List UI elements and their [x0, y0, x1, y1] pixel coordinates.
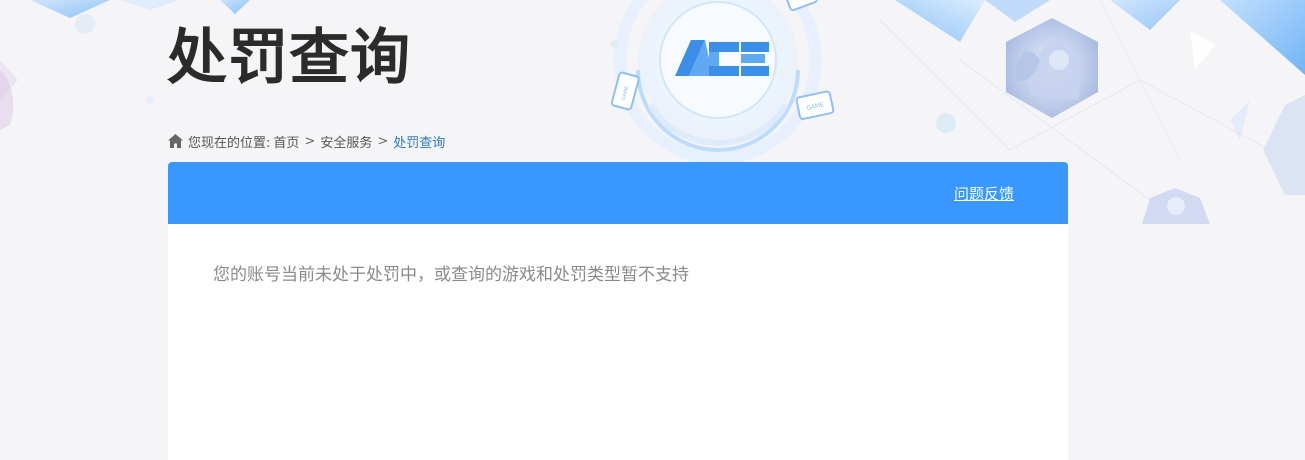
svg-text:GAME: GAME: [806, 101, 825, 112]
svg-text:GAME: GAME: [621, 85, 631, 101]
panel-header: 问题反馈: [168, 162, 1068, 224]
breadcrumb-separator: >: [304, 133, 316, 149]
game-card-icon: [784, 0, 818, 12]
bg-triangle: [1220, 0, 1305, 75]
bg-bubble: [75, 14, 95, 34]
breadcrumb-security-service[interactable]: 安全服务: [320, 132, 372, 151]
bg-triangle: [985, 0, 1050, 22]
bg-triangle: [1110, 0, 1180, 30]
feedback-link[interactable]: 问题反馈: [954, 183, 1014, 204]
bg-triangle: [1190, 30, 1215, 70]
bg-triangle: [1230, 100, 1250, 140]
bg-bubble: [146, 96, 154, 104]
bg-triangle: [30, 0, 110, 18]
portrait-hex-partial: [1263, 95, 1305, 195]
page-title: 处罚查询: [167, 23, 411, 93]
bg-triangle: [220, 0, 250, 14]
game-tablet-icon: GAME: [795, 90, 835, 120]
no-punishment-message: 您的账号当前未处于处罚中，或查询的游戏和处罚类型暂不支持: [213, 265, 689, 285]
bg-triangle: [0, 60, 18, 100]
ace-logo: [675, 40, 769, 76]
breadcrumb-separator: >: [377, 133, 389, 149]
breadcrumb: 您现在的位置: 首页 > 安全服务 > 处罚查询: [168, 132, 445, 151]
bg-bubble: [610, 40, 618, 48]
breadcrumb-home[interactable]: 首页: [273, 132, 299, 151]
home-icon: [168, 134, 183, 148]
bg-bubble: [936, 113, 956, 133]
bg-triangle: [895, 0, 985, 42]
character-portrait-hex: [1006, 18, 1098, 118]
bg-triangle: [120, 0, 180, 10]
breadcrumb-prefix: 您现在的位置:: [188, 135, 271, 151]
breadcrumb-current[interactable]: 处罚查询: [393, 132, 445, 151]
game-phone-icon: GAME: [610, 71, 640, 111]
result-panel: 问题反馈 您的账号当前未处于处罚中，或查询的游戏和处罚类型暂不支持: [168, 162, 1068, 460]
character-decoration-left: [0, 70, 14, 130]
character-portrait-small: [1142, 188, 1210, 224]
